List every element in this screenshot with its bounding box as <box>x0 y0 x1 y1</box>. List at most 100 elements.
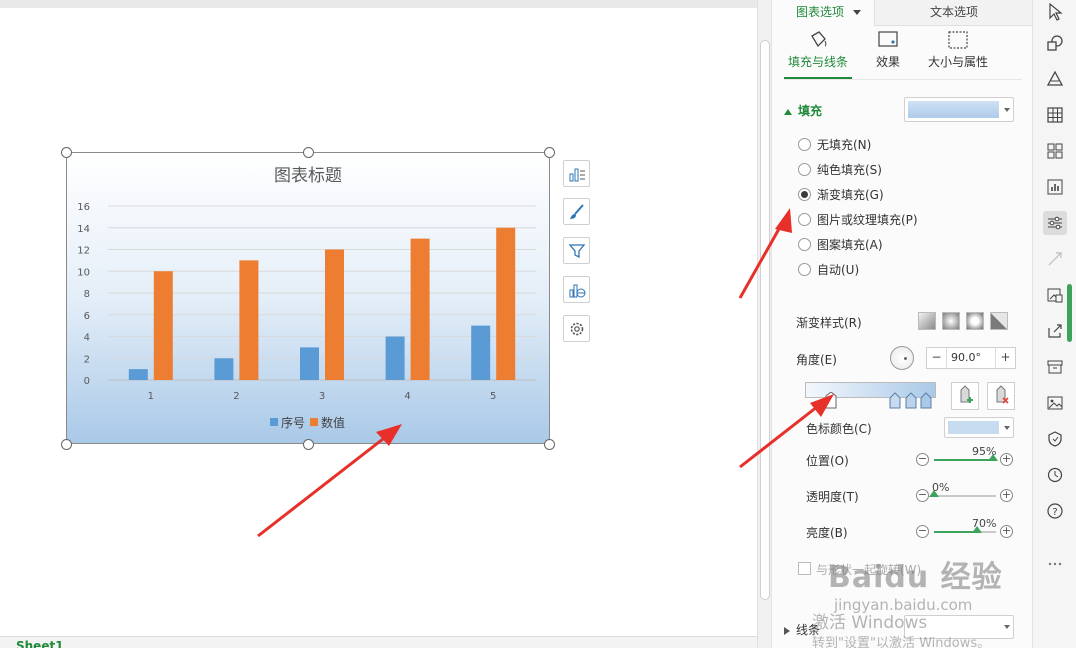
more-button[interactable] <box>1043 549 1067 573</box>
radio-solid-fill[interactable]: 纯色填充(S) <box>798 161 882 177</box>
position-increase-button[interactable]: + <box>1000 453 1013 466</box>
chart-filter-button[interactable] <box>563 237 590 264</box>
resize-handle-top-left[interactable] <box>61 147 72 158</box>
gradient-stops[interactable] <box>822 392 942 410</box>
share-button[interactable] <box>1043 319 1067 343</box>
chart-settings-button[interactable] <box>563 315 590 342</box>
position-decrease-button[interactable]: − <box>916 453 929 466</box>
resize-handle-top-right[interactable] <box>544 147 555 158</box>
sliders-icon <box>1048 216 1062 230</box>
bar-序号-2[interactable] <box>214 358 234 380</box>
legend-label: 数值 <box>321 415 345 430</box>
resize-handle-bottom[interactable] <box>303 439 314 450</box>
gradient-stop[interactable] <box>920 392 932 409</box>
image-button[interactable] <box>1043 391 1067 415</box>
subtab-effects[interactable]: 效果 <box>868 30 908 70</box>
rail-scrollbar[interactable] <box>1067 284 1072 342</box>
fill-gradient-preset-dropdown[interactable] <box>904 97 1014 122</box>
resize-handle-bottom-left[interactable] <box>61 439 72 450</box>
bar-序号-4[interactable] <box>385 336 405 381</box>
radio-auto-fill[interactable]: 自动(U) <box>798 261 859 277</box>
brightness-decrease-button[interactable]: − <box>916 525 929 538</box>
minus-icon[interactable]: − <box>927 348 947 368</box>
bar-数值-4[interactable] <box>410 238 430 380</box>
radio-gradient-fill[interactable]: 渐变填充(G) <box>798 186 884 202</box>
radio-dot[interactable] <box>798 262 811 276</box>
chart-button[interactable] <box>1043 175 1067 199</box>
brightness-increase-button[interactable]: + <box>1000 525 1013 538</box>
chart-object[interactable]: 图表标题 0 2 4 6 8 10 12 14 16 12345 序号 数值 <box>66 152 550 444</box>
radio-dot-selected[interactable] <box>798 187 811 201</box>
radio-dot[interactable] <box>798 237 811 251</box>
transparency-slider[interactable] <box>929 490 996 497</box>
subtab-effects-label: 效果 <box>875 55 900 69</box>
fill-section-header[interactable]: 填充 <box>784 102 822 119</box>
history-button[interactable] <box>1043 463 1067 487</box>
x-tick-label: 4 <box>404 391 410 402</box>
scrollbar-thumb[interactable] <box>760 40 770 600</box>
brightness-slider[interactable] <box>934 526 996 533</box>
spreadsheet-window: Sheet1 图表标题 0 2 4 6 8 10 12 14 16 12345 序号 数值 <box>0 0 1076 648</box>
select-pointer-button[interactable] <box>1043 0 1067 24</box>
radio-no-fill[interactable]: 无填充(N) <box>798 136 871 152</box>
stop-color-dropdown[interactable] <box>944 417 1014 438</box>
bar-序号-5[interactable] <box>471 325 491 380</box>
tab-chart-options[interactable]: 图表选项 <box>784 0 874 26</box>
rotate-with-shape-checkbox[interactable] <box>798 562 811 575</box>
position-slider[interactable] <box>934 454 998 461</box>
protect-button[interactable] <box>1043 427 1067 451</box>
activate-windows-title: 激活 Windows <box>812 613 928 633</box>
chart-data-button[interactable] <box>563 276 590 303</box>
resize-handle-top[interactable] <box>303 147 314 158</box>
tab-text-options[interactable]: 文本选项 <box>874 0 1033 26</box>
sheet-tab[interactable]: Sheet1 <box>16 640 64 648</box>
angle-dial[interactable] <box>890 346 914 370</box>
add-gradient-stop-button[interactable] <box>951 382 979 410</box>
bar-数值-3[interactable] <box>325 249 344 381</box>
resize-handle-bottom-right[interactable] <box>544 439 555 450</box>
vertical-scrollbar[interactable] <box>757 0 771 648</box>
bar-数值-1[interactable] <box>153 271 173 380</box>
chart-style-button[interactable] <box>563 198 590 225</box>
table-button[interactable] <box>1043 103 1067 127</box>
bar-序号-3[interactable] <box>300 347 319 380</box>
gradient-style-radial[interactable] <box>942 312 960 330</box>
help-button[interactable]: ? <box>1043 499 1067 523</box>
shapes-button[interactable] <box>1043 31 1067 55</box>
pointer-icon <box>1049 3 1063 21</box>
radio-dot[interactable] <box>798 162 811 176</box>
layout-button[interactable] <box>1043 139 1067 163</box>
gradient-stop-selected[interactable] <box>825 392 837 409</box>
angle-value[interactable]: 90.0° <box>951 351 981 364</box>
chart-title[interactable]: 图表标题 <box>274 166 342 186</box>
styles-button[interactable] <box>1043 67 1067 91</box>
chart-elements-button[interactable] <box>563 160 590 187</box>
properties-button[interactable] <box>1043 211 1067 235</box>
transparency-increase-button[interactable]: + <box>1000 489 1013 502</box>
transparency-value: 0% <box>932 481 950 494</box>
subtab-fill-line[interactable]: 填充与线条 <box>784 30 852 70</box>
radio-picture-fill[interactable]: 图片或纹理填充(P) <box>798 211 918 227</box>
transparency-decrease-button[interactable]: − <box>916 489 929 502</box>
bar-序号-1[interactable] <box>128 369 148 380</box>
slider-fill <box>934 459 993 461</box>
radio-pattern-fill[interactable]: 图案填充(A) <box>798 236 883 252</box>
gradient-style-linear[interactable] <box>918 312 936 330</box>
gradient-style-path[interactable] <box>990 312 1008 330</box>
bar-数值-2[interactable] <box>239 260 259 380</box>
radio-dot[interactable] <box>798 137 811 151</box>
archive-button[interactable] <box>1043 355 1067 379</box>
bar-数值-5[interactable] <box>496 227 516 380</box>
angle-stepper[interactable]: − 90.0° + <box>926 347 1016 369</box>
transform-button[interactable] <box>1043 247 1067 271</box>
gradient-stop[interactable] <box>889 392 901 409</box>
radio-dot[interactable] <box>798 212 811 226</box>
picture-tools-button[interactable] <box>1043 283 1067 307</box>
chart-area[interactable]: 图表标题 0246810121416 12345 序号 数值 <box>66 152 550 444</box>
remove-gradient-stop-button[interactable] <box>987 382 1015 410</box>
gradient-style-rectangular[interactable] <box>966 312 984 330</box>
subtab-size-properties[interactable]: 大小与属性 <box>922 30 994 70</box>
bar-chart-icon <box>1047 179 1063 195</box>
gradient-stop[interactable] <box>905 392 917 409</box>
plus-icon[interactable]: + <box>995 348 1015 368</box>
